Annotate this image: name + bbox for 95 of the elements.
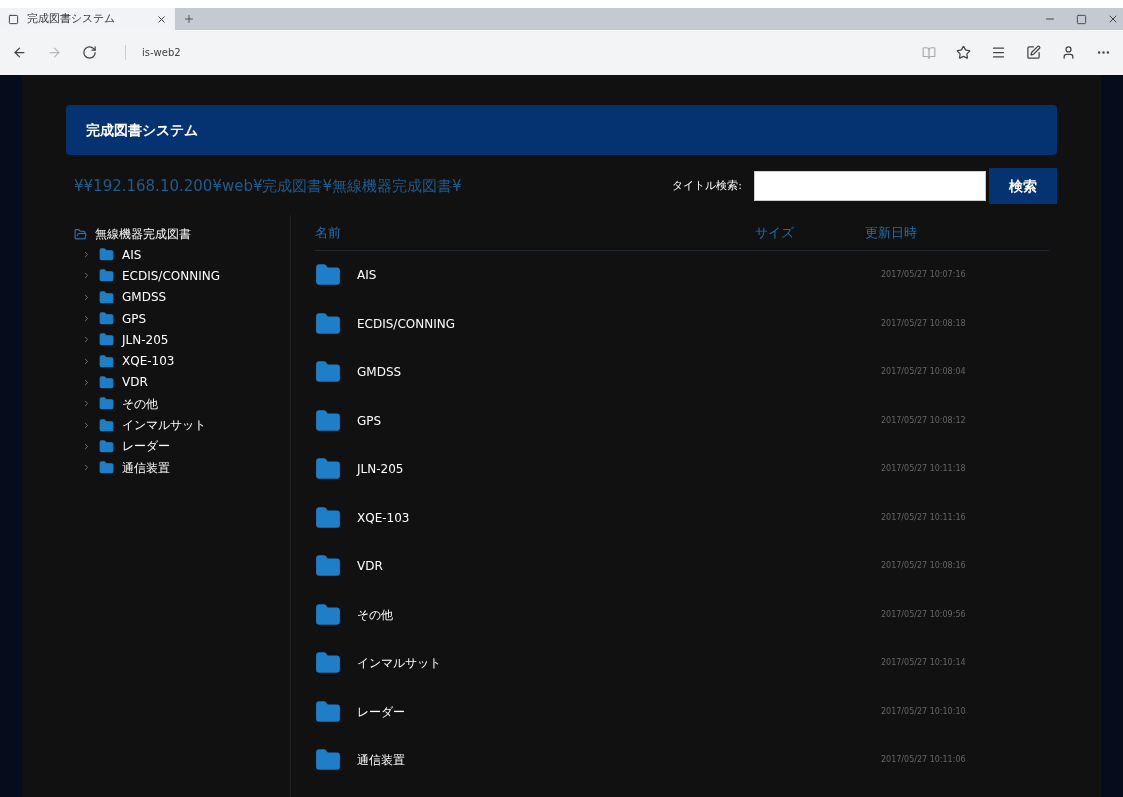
file-name: インマルサット (357, 655, 441, 673)
modified-date: 2017/05/27 10:07:16 (880, 269, 966, 282)
tree-item[interactable]: レーダー (74, 435, 290, 457)
column-header[interactable]: 更新日時 (865, 222, 917, 243)
tree-item[interactable]: その他 (74, 393, 290, 415)
tree-item[interactable]: GPS (74, 307, 290, 330)
file-row[interactable]: 通信装置 2017/05/27 10:11:06 (315, 736, 1049, 785)
folder-icon (99, 311, 114, 327)
forward-icon[interactable] (47, 45, 62, 60)
tree-item[interactable]: インマルサット (74, 414, 290, 436)
expand-icon[interactable] (82, 377, 91, 387)
modified-date: 2017/05/27 10:09:56 (880, 608, 966, 621)
tree-item[interactable]: XQE-103 (74, 350, 290, 372)
tree-item[interactable]: GMDSS (74, 286, 290, 308)
modified-date: 2017/05/27 10:08:12 (880, 414, 966, 427)
address-bar[interactable]: is-web2 (125, 45, 181, 60)
folder-icon (99, 374, 114, 390)
folder-icon (99, 353, 114, 369)
search-label: タイトル検索: (672, 177, 742, 194)
modified-date: 2017/05/27 10:10:14 (880, 657, 966, 670)
expand-icon[interactable] (82, 463, 91, 473)
refresh-icon[interactable] (82, 45, 97, 60)
tree-item[interactable]: ECDIS/CONNING (74, 265, 290, 287)
file-row[interactable]: JLN-205 2017/05/27 10:11:18 (315, 445, 1049, 494)
file-name: AIS (357, 267, 377, 285)
note-icon[interactable] (1026, 45, 1041, 60)
expand-icon[interactable] (82, 356, 91, 366)
file-name: レーダー (357, 703, 405, 721)
back-icon[interactable] (12, 45, 27, 60)
folder-icon (315, 601, 341, 628)
file-name: GPS (357, 412, 382, 430)
column-header[interactable]: サイズ (755, 222, 865, 243)
modified-date: 2017/05/27 10:11:06 (880, 754, 966, 767)
file-name: ECDIS/CONNING (357, 315, 455, 333)
file-name: 通信装置 (357, 752, 405, 770)
file-row[interactable]: GPS 2017/05/27 10:08:12 (315, 396, 1049, 445)
new-tab-icon[interactable] (183, 13, 195, 25)
folder-icon (99, 396, 114, 412)
modified-date: 2017/05/27 10:11:16 (880, 511, 966, 524)
modified-date: 2017/05/27 10:08:16 (880, 560, 966, 573)
expand-icon[interactable] (82, 250, 91, 260)
maximize-icon[interactable] (1076, 13, 1087, 25)
file-row[interactable]: その他 2017/05/27 10:09:56 (315, 590, 1049, 639)
folder-icon (99, 417, 114, 433)
tree-root[interactable]: 無線機器完成図書 (74, 224, 290, 244)
expand-icon[interactable] (82, 335, 91, 345)
close-window-icon[interactable] (1107, 13, 1119, 25)
file-name: VDR (357, 558, 383, 576)
tree-item[interactable]: VDR (74, 371, 290, 394)
file-name: JLN-205 (357, 461, 404, 479)
expand-icon[interactable] (82, 271, 91, 281)
folder-icon (99, 460, 114, 476)
modified-date: 2017/05/27 10:08:18 (880, 317, 966, 330)
folder-icon (315, 698, 341, 725)
folder-icon (99, 268, 114, 284)
search-field[interactable] (754, 171, 986, 201)
folder-icon (99, 289, 114, 305)
expand-icon[interactable] (82, 420, 91, 430)
modified-date: 2017/05/27 10:11:18 (880, 463, 966, 476)
app-title: 完成図書システム (86, 120, 198, 140)
hub-icon[interactable] (991, 45, 1006, 60)
tree-item[interactable]: 通信装置 (74, 456, 290, 479)
folder-icon (315, 310, 341, 337)
tree-item[interactable]: AIS (74, 244, 290, 266)
file-row[interactable]: インマルサット 2017/05/27 10:10:14 (315, 639, 1049, 688)
column-header[interactable]: 名前 (315, 222, 755, 243)
file-name: その他 (357, 606, 393, 624)
file-row[interactable]: AIS 2017/05/27 10:07:16 (315, 251, 1049, 300)
folder-icon (99, 438, 114, 454)
modified-date: 2017/05/27 10:10:10 (880, 705, 966, 718)
folder-icon (315, 407, 341, 434)
expand-icon[interactable] (82, 441, 91, 451)
expand-icon[interactable] (82, 314, 91, 324)
folder-icon (99, 247, 114, 263)
file-row[interactable]: VDR 2017/05/27 10:08:16 (315, 542, 1049, 591)
file-row[interactable]: ECDIS/CONNING 2017/05/27 10:08:18 (315, 299, 1049, 348)
tree-item[interactable]: JLN-205 (74, 329, 290, 351)
expand-icon[interactable] (82, 292, 91, 302)
file-row[interactable]: GMDSS 2017/05/27 10:08:04 (315, 348, 1049, 397)
favorite-icon[interactable] (956, 45, 971, 60)
reading-view-icon[interactable] (922, 45, 936, 60)
modified-date: 2017/05/27 10:08:04 (880, 366, 966, 379)
folder-icon (315, 504, 341, 531)
file-row[interactable]: レーダー 2017/05/27 10:10:10 (315, 687, 1049, 736)
search-button[interactable]: 検索 (989, 168, 1057, 204)
page-icon (8, 13, 19, 25)
file-name: GMDSS (357, 364, 402, 382)
expand-icon[interactable] (82, 399, 91, 409)
folder-icon (99, 332, 114, 348)
folder-icon (74, 227, 87, 241)
file-name: XQE-103 (357, 509, 410, 527)
file-row[interactable]: XQE-103 2017/05/27 10:11:16 (315, 493, 1049, 542)
close-icon[interactable] (156, 13, 167, 25)
browser-tab[interactable]: 完成図書システム (0, 8, 175, 30)
folder-path: ¥¥192.168.10.200¥web¥完成図書¥無線機器完成図書¥ (74, 175, 463, 197)
